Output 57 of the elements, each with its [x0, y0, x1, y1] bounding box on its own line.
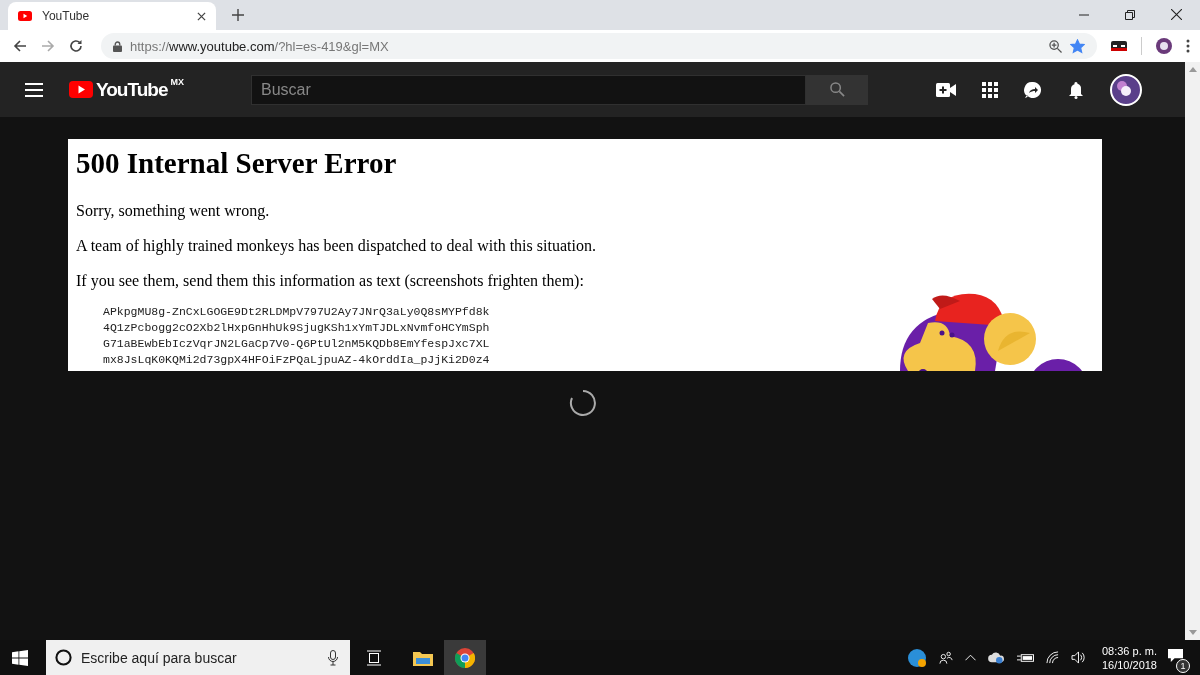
loading-spinner-icon [568, 389, 597, 417]
restore-icon[interactable] [1125, 10, 1135, 20]
search-placeholder: Escribe aquí para buscar [81, 649, 237, 666]
star-icon[interactable] [1070, 38, 1085, 54]
bell-icon[interactable] [1068, 80, 1084, 99]
mask-icon[interactable] [1111, 41, 1127, 51]
error-code-line: G71aBEwbEbIczVqrJN2LGaCp7V0-Q6PtUl2nM5KQDb8EmYfespJxc7XL [103, 336, 491, 352]
zoom-in-icon[interactable] [1049, 39, 1062, 53]
folder-icon [413, 649, 433, 666]
windows-logo-icon[interactable] [12, 649, 28, 666]
wifi-icon[interactable] [1045, 651, 1059, 664]
chrome-logo-icon [455, 647, 475, 668]
clock-date[interactable]: 16/10/2018 [1101, 658, 1157, 671]
chevron-up-icon[interactable] [964, 654, 976, 661]
address-bar[interactable]: https://www.youtube.com/?hl=es-419&gl=MX [101, 33, 1097, 59]
error-code-line: 4Q1zPcbogg2cO2Xb2lHxpGnHhUk9SjugKSh1xYmTJDLxNvmfoHCYmSph [103, 320, 491, 336]
search-icon [829, 82, 845, 97]
search-button[interactable] [806, 74, 868, 105]
video-camera-icon[interactable] [936, 82, 956, 97]
menu-icon[interactable] [25, 82, 43, 97]
browser-tab[interactable]: YouTube [8, 2, 216, 30]
share-bubble-icon[interactable] [1024, 80, 1042, 99]
new-tab-icon[interactable] [232, 9, 244, 21]
cloud-icon[interactable] [987, 651, 1005, 664]
microphone-icon[interactable] [328, 649, 338, 666]
people-icon[interactable] [938, 651, 953, 664]
logo-text: YouTube [96, 78, 168, 101]
error-code-line: mx8JsLqK0KQMi2d73gpX4HFOiFzPQaLjpuAZ-4kOrddIa_pJjKi2D0z4 [103, 352, 491, 368]
speaker-icon[interactable] [1070, 651, 1086, 664]
error-message: Sorry, something went wrong. [76, 202, 271, 220]
close-icon[interactable] [1171, 9, 1182, 20]
error-message: A team of highly trained monkeys has been dispatched to deal with this situation. [76, 237, 597, 255]
region-label: MX [170, 76, 184, 87]
notification-icon[interactable] [1167, 648, 1184, 663]
avatar-icon[interactable] [1110, 73, 1142, 106]
circle-icon [55, 649, 72, 666]
close-icon[interactable] [197, 11, 206, 21]
error-title: 500 Internal Server Error [76, 147, 398, 180]
taskbar-app[interactable] [444, 640, 486, 675]
search-field[interactable]: Buscar [251, 74, 806, 105]
tab-title: YouTube [42, 9, 91, 23]
play-logo-icon [18, 11, 32, 21]
avatar-icon[interactable] [1156, 38, 1172, 54]
notification-badge: 1 [1176, 659, 1190, 673]
lock-icon [113, 40, 122, 52]
clock-time[interactable]: 08:36 p. m. [1101, 644, 1157, 657]
apps-grid-icon[interactable] [982, 81, 998, 98]
back-icon[interactable] [13, 39, 27, 53]
url-text: https://www.youtube.com/?hl=es-419&gl=MX [130, 38, 389, 54]
battery-icon[interactable] [1016, 652, 1034, 663]
reload-icon[interactable] [69, 39, 83, 53]
more-icon[interactable] [1186, 39, 1190, 53]
play-logo-icon [69, 81, 93, 98]
taskbar-search-field[interactable]: Escribe aquí para buscar [46, 640, 350, 675]
task-view-icon[interactable] [366, 649, 382, 666]
error-code-line: APkpgMU8g-ZnCxLGOGE9Dt2RLDMpV797U2Ay7JNrQ3aLy0Q8sMYPfd8k [103, 304, 491, 320]
error-message: If you see them, send them this information as text (screenshots frighten them): [76, 272, 585, 290]
